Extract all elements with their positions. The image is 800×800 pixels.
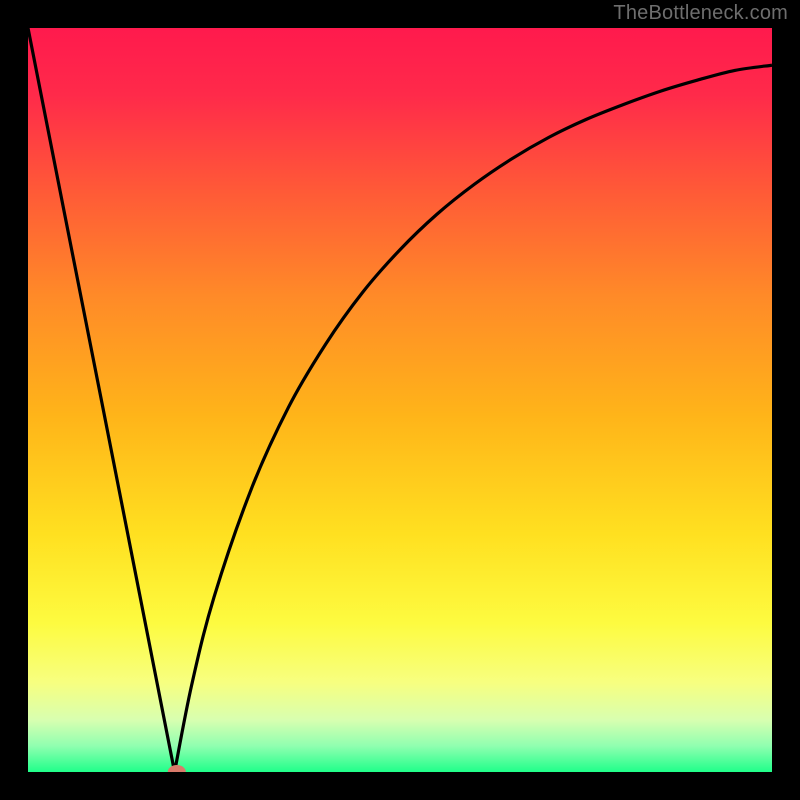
chart-plot-area bbox=[28, 28, 772, 772]
chart-frame: TheBottleneck.com bbox=[0, 0, 800, 800]
watermark-text: TheBottleneck.com bbox=[613, 2, 788, 25]
chart-svg bbox=[28, 28, 772, 772]
